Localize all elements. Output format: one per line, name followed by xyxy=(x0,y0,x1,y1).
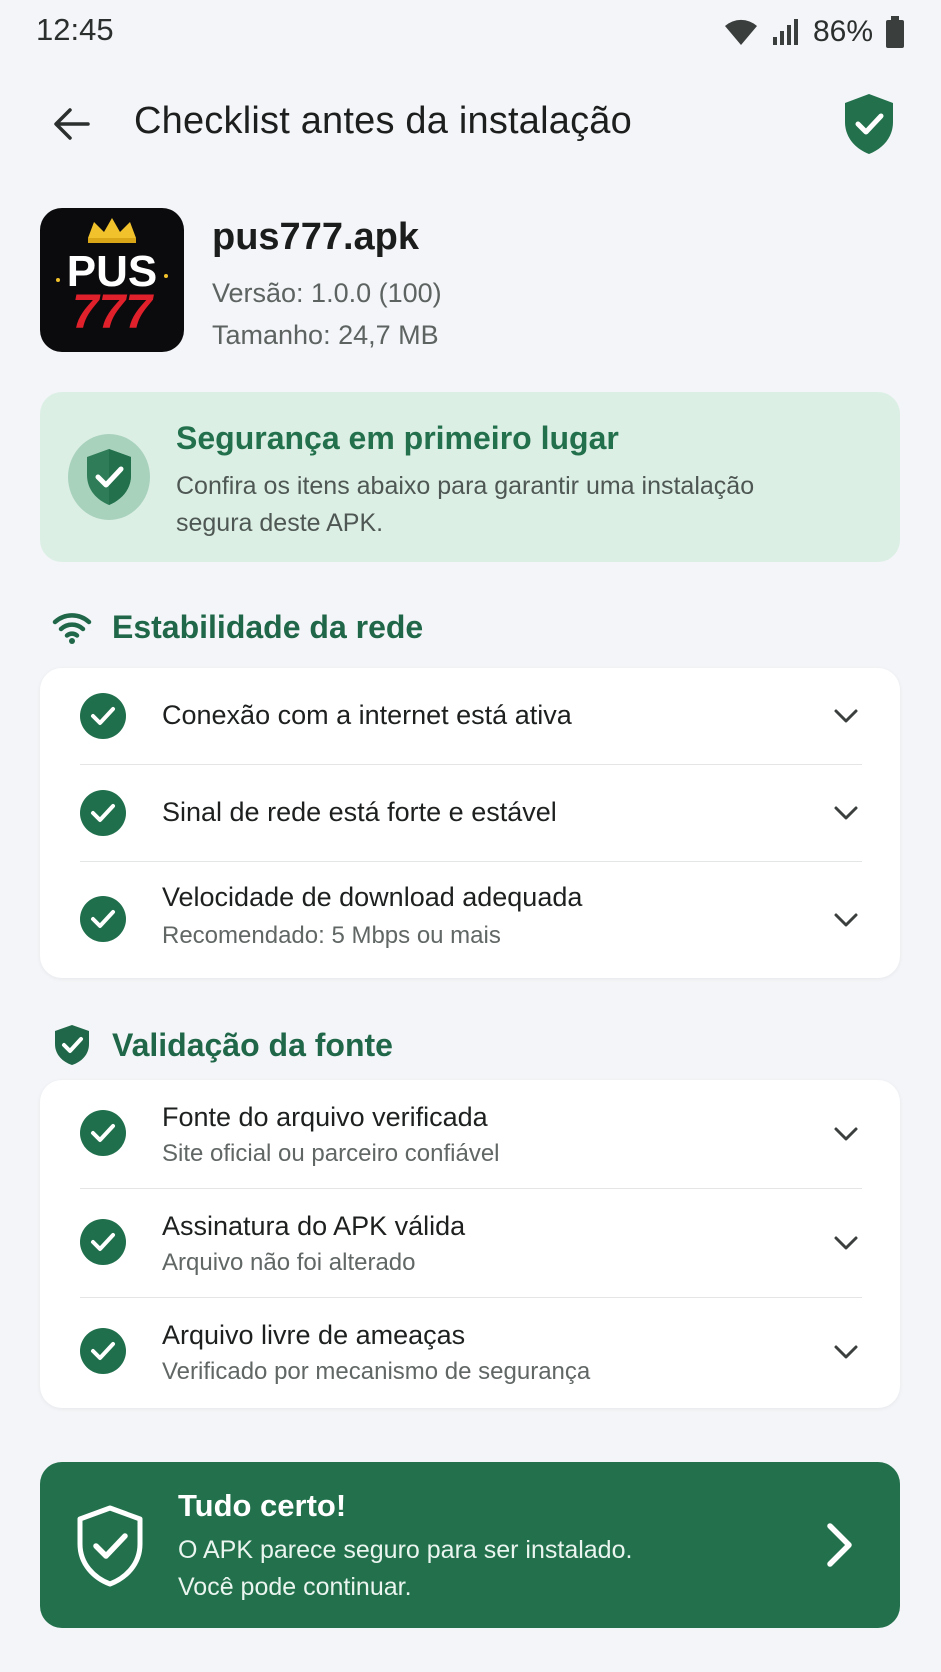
arrow-left-icon xyxy=(54,108,90,140)
check-circle-icon xyxy=(80,790,126,836)
status-time: 12:45 xyxy=(36,12,114,47)
battery-percentage: 86% xyxy=(812,15,873,48)
section-heading-network: Estabilidade da rede xyxy=(52,602,423,652)
app-info: PUS 777 pus777.apk Versão: 1.0.0 (100) T… xyxy=(40,208,900,358)
final-banner-text: O APK parece seguro para ser instalado. … xyxy=(178,1532,632,1606)
final-banner-line2: Você pode continuar. xyxy=(178,1573,412,1601)
checklist-item-subtitle: Recomendado: 5 Mbps ou mais xyxy=(162,922,501,949)
checklist-item-title: Arquivo livre de ameaças xyxy=(162,1320,466,1350)
wifi-icon xyxy=(52,613,92,644)
checklist-item[interactable]: Conexão com a internet está ativa xyxy=(40,668,900,764)
source-checklist-card: Fonte do arquivo verificada Site oficial… xyxy=(40,1080,900,1408)
checklist-item-title: Sinal de rede está forte e estável xyxy=(162,797,557,827)
check-circle-icon xyxy=(80,1110,126,1156)
banner-text: Confira os itens abaixo para garantir um… xyxy=(176,472,755,537)
status-icons: 86% xyxy=(723,14,905,50)
chevron-down-icon[interactable] xyxy=(830,1118,862,1150)
checklist-item-subtitle: Site oficial ou parceiro confiável xyxy=(162,1140,500,1167)
check-circle-icon xyxy=(80,896,126,942)
checklist-item-subtitle: Verificado por mecanismo de segurança xyxy=(162,1358,591,1385)
checklist-item-subtitle: Arquivo não foi alterado xyxy=(162,1249,416,1276)
chevron-down-icon[interactable] xyxy=(830,1336,862,1368)
app-bar: Checklist antes da instalação xyxy=(0,80,941,164)
app-name: pus777.apk xyxy=(212,216,419,258)
checklist-item-title: Assinatura do APK válida xyxy=(162,1211,466,1241)
app-version: Versão: 1.0.0 (100) xyxy=(212,278,442,308)
banner-shield-container xyxy=(68,434,150,520)
checklist-item-title: Conexão com a internet está ativa xyxy=(162,700,572,730)
section-title-source: Validação da fonte xyxy=(112,1026,393,1063)
check-circle-icon xyxy=(80,1219,126,1265)
checklist-item-title: Velocidade de download adequada xyxy=(162,882,583,912)
shield-check-icon[interactable] xyxy=(841,92,897,156)
section-heading-source: Validação da fonte xyxy=(52,1020,393,1070)
network-checklist-card: Conexão com a internet está ativa Sinal … xyxy=(40,668,900,978)
app-icon: PUS 777 xyxy=(40,208,184,352)
shield-check-outline-icon xyxy=(77,1505,143,1587)
chevron-right-icon xyxy=(827,1523,852,1567)
checklist-item[interactable]: Assinatura do APK válida Arquivo não foi… xyxy=(40,1189,900,1297)
check-circle-icon xyxy=(80,1328,126,1374)
back-button[interactable] xyxy=(44,96,100,152)
chevron-down-icon[interactable] xyxy=(830,1227,862,1259)
checklist-item[interactable]: Fonte do arquivo verificada Site oficial… xyxy=(40,1080,900,1188)
app-size: Tamanho: 24,7 MB xyxy=(212,320,439,350)
final-banner-title: Tudo certo! xyxy=(178,1488,347,1523)
crown-logo-icon: PUS 777 xyxy=(56,218,168,339)
status-bar: 12:45 86% xyxy=(0,0,941,64)
wifi-icon xyxy=(724,19,757,45)
shield-check-icon xyxy=(55,1025,89,1065)
continue-banner-button[interactable]: Tudo certo! O APK parece seguro para ser… xyxy=(40,1462,900,1628)
chevron-down-icon[interactable] xyxy=(830,904,862,936)
security-banner: Segurança em primeiro lugar Confira os i… xyxy=(40,392,900,562)
battery-icon xyxy=(886,16,904,48)
checklist-item[interactable]: Sinal de rede está forte e estável xyxy=(40,765,900,861)
signal-icon xyxy=(772,19,798,45)
shield-check-icon xyxy=(87,449,131,505)
page-title: Checklist antes da instalação xyxy=(134,100,632,142)
final-banner-line1: O APK parece seguro para ser instalado. xyxy=(178,1536,633,1564)
checklist-item-title: Fonte do arquivo verificada xyxy=(162,1102,488,1132)
chevron-down-icon[interactable] xyxy=(830,797,862,829)
section-title-network: Estabilidade da rede xyxy=(112,608,424,645)
chevron-down-icon[interactable] xyxy=(830,700,862,732)
check-circle-icon xyxy=(80,693,126,739)
checklist-item[interactable]: Velocidade de download adequada Recomend… xyxy=(40,862,900,978)
banner-title: Segurança em primeiro lugar xyxy=(176,420,619,456)
checklist-item[interactable]: Arquivo livre de ameaças Verificado por … xyxy=(40,1298,900,1408)
app-icon-text-777: 777 xyxy=(72,286,154,339)
